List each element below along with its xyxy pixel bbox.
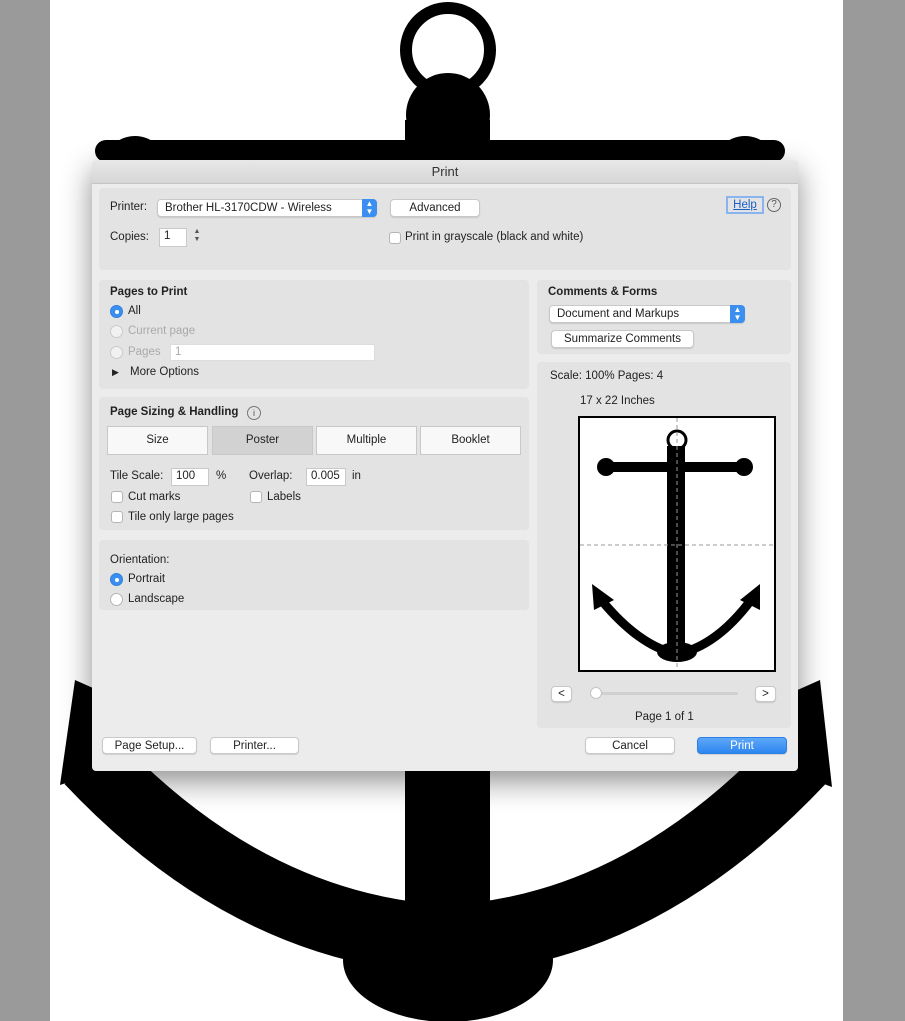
advanced-button[interactable]: Advanced — [390, 199, 480, 217]
grayscale-label: Print in grayscale (black and white) — [405, 231, 584, 243]
summarize-comments-button[interactable]: Summarize Comments — [551, 330, 694, 348]
copies-stepper[interactable]: ▲ ▼ — [192, 228, 202, 247]
current-page-label: Current page — [128, 325, 196, 337]
copies-label: Copies: — [110, 231, 149, 243]
pages-all-label: All — [128, 305, 141, 317]
printer-button[interactable]: Printer... — [210, 737, 299, 754]
print-dialog: Print Printer: Brother HL-3170CDW - Wire… — [92, 160, 798, 771]
paper-size-text: 17 x 22 Inches — [580, 395, 655, 407]
dialog-title: Print — [92, 160, 798, 184]
tile-large-pages-label: Tile only large pages — [128, 511, 234, 523]
pages-range-input[interactable]: 1 — [170, 344, 375, 361]
page-sizing-title: Page Sizing & Handling — [110, 406, 239, 418]
overlap-input[interactable]: 0.005 — [306, 468, 346, 486]
grayscale-checkbox[interactable] — [389, 232, 401, 244]
pages-all-radio[interactable] — [110, 305, 123, 318]
tab-size[interactable]: Size — [107, 426, 208, 455]
disclosure-triangle-icon[interactable]: ▶ — [112, 367, 119, 378]
cut-marks-label: Cut marks — [128, 491, 181, 503]
chevron-updown-icon: ▲ ▼ — [730, 305, 745, 323]
tile-scale-label: Tile Scale: — [110, 470, 164, 482]
tile-scale-input[interactable]: 100 — [171, 468, 209, 486]
portrait-label: Portrait — [128, 573, 166, 585]
help-link[interactable]: Help — [726, 196, 764, 214]
more-options-toggle[interactable]: More Options — [130, 366, 199, 378]
question-circle-icon[interactable]: ? — [767, 198, 781, 212]
overlap-label: Overlap: — [249, 470, 293, 482]
landscape-radio[interactable] — [110, 593, 123, 606]
orientation-title: Orientation: — [110, 554, 170, 566]
scale-pages-text: Scale: 100% Pages: 4 — [550, 370, 664, 382]
tab-multiple[interactable]: Multiple — [316, 426, 417, 455]
printer-value: Brother HL-3170CDW - Wireless — [165, 202, 332, 214]
portrait-radio[interactable] — [110, 573, 123, 586]
labels-label: Labels — [267, 491, 301, 503]
chevron-updown-icon: ▲ ▼ — [362, 199, 377, 217]
next-page-button[interactable]: > — [755, 686, 776, 702]
comments-forms-title: Comments & Forms — [548, 286, 658, 298]
pages-to-print-title: Pages to Print — [110, 286, 188, 298]
tab-poster[interactable]: Poster — [212, 426, 313, 455]
percent-label: % — [216, 470, 227, 482]
printer-label: Printer: — [110, 201, 148, 213]
cut-marks-checkbox[interactable] — [111, 491, 123, 503]
comments-forms-value: Document and Markups — [557, 308, 680, 320]
current-page-radio[interactable] — [110, 325, 123, 338]
labels-checkbox[interactable] — [250, 491, 262, 503]
printer-select[interactable]: Brother HL-3170CDW - Wireless ▲ ▼ — [157, 199, 377, 217]
page-slider[interactable] — [592, 692, 738, 695]
page-indicator: Page 1 of 1 — [635, 711, 694, 723]
tab-booklet[interactable]: Booklet — [420, 426, 521, 455]
pages-range-label: Pages — [128, 346, 161, 358]
previous-page-button[interactable]: < — [551, 686, 572, 702]
comments-forms-select[interactable]: Document and Markups ▲ ▼ — [549, 305, 745, 323]
page-slider-thumb[interactable] — [590, 687, 602, 699]
cancel-button[interactable]: Cancel — [585, 737, 675, 754]
print-button[interactable]: Print — [697, 737, 787, 754]
page-setup-button[interactable]: Page Setup... — [102, 737, 197, 754]
landscape-label: Landscape — [128, 593, 185, 605]
page-preview — [578, 416, 776, 672]
info-icon[interactable]: i — [247, 406, 261, 420]
tile-large-pages-checkbox[interactable] — [111, 511, 123, 523]
overlap-unit: in — [352, 470, 361, 482]
pages-range-radio[interactable] — [110, 346, 123, 359]
copies-input[interactable]: 1 — [159, 228, 187, 247]
